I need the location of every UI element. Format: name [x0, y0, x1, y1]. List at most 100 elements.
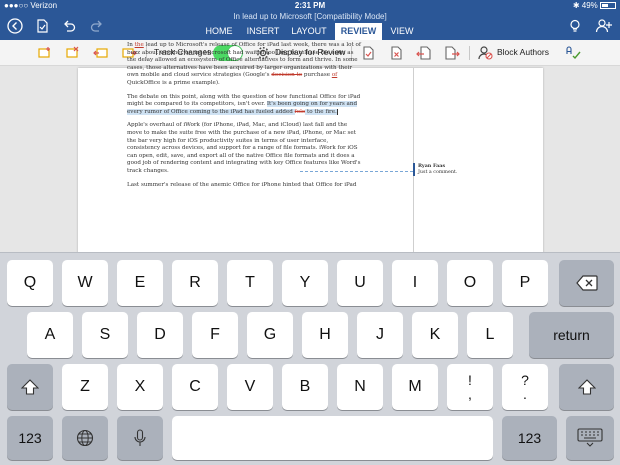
globe-icon	[76, 429, 94, 447]
share-button[interactable]	[595, 17, 613, 35]
backspace-icon	[575, 275, 598, 291]
key-n[interactable]: N	[337, 364, 383, 410]
key-bottom-symbol: .	[523, 386, 527, 402]
comment-marker	[413, 163, 415, 176]
tab-insert[interactable]: INSERT	[243, 23, 283, 40]
key-exclamation-comma[interactable]: !,	[447, 364, 493, 410]
key-s[interactable]: S	[82, 312, 128, 358]
key-x[interactable]: X	[117, 364, 163, 410]
block-authors-button[interactable]: Block Authors	[497, 47, 549, 57]
key-t[interactable]: T	[227, 260, 273, 306]
spelling-button[interactable]	[564, 44, 582, 62]
key-j[interactable]: J	[357, 312, 403, 358]
redo-button[interactable]	[88, 17, 106, 35]
key-question-period[interactable]: ?.	[502, 364, 548, 410]
keyboard-hide-icon	[577, 428, 603, 447]
title-bar: ●●●○○ Verizon 2:31 PM ✱ 49% In lead up t…	[0, 0, 620, 40]
deleted-text[interactable]: fole	[295, 109, 306, 115]
document-previous-icon	[416, 46, 431, 60]
add-person-icon	[595, 19, 612, 33]
document-body[interactable]: In the lead up to Microsoft's release of…	[127, 42, 363, 195]
comment-delete-icon	[66, 46, 79, 58]
paragraph-2[interactable]: The debate on this point, along with the…	[127, 94, 363, 117]
files-button[interactable]	[33, 17, 51, 35]
key-p[interactable]: P	[502, 260, 548, 306]
tell-me-button[interactable]	[566, 17, 584, 35]
numbers-key-label: 123	[517, 430, 542, 446]
shift-key-right[interactable]	[559, 364, 614, 410]
key-q[interactable]: Q	[7, 260, 53, 306]
person-block-icon	[478, 46, 493, 60]
lightbulb-icon	[570, 19, 580, 32]
previous-comment-button[interactable]	[92, 44, 110, 62]
key-a[interactable]: A	[27, 312, 73, 358]
numbers-key-right[interactable]: 123	[502, 416, 557, 460]
shift-key-left[interactable]	[7, 364, 53, 410]
back-button[interactable]	[6, 17, 24, 35]
inserted-text[interactable]: of	[332, 72, 337, 78]
globe-key[interactable]	[62, 416, 108, 460]
key-z[interactable]: Z	[62, 364, 108, 410]
numbers-key-left[interactable]: 123	[7, 416, 53, 460]
previous-change-button[interactable]	[415, 44, 433, 62]
key-g[interactable]: G	[247, 312, 293, 358]
tab-review[interactable]: REVIEW	[335, 23, 382, 40]
numbers-key-label: 123	[18, 430, 42, 446]
key-bottom-symbol: ,	[468, 386, 472, 402]
deleted-text[interactable]: decision to	[271, 72, 302, 78]
word-app: ●●●○○ Verizon 2:31 PM ✱ 49% In lead up t…	[0, 0, 620, 465]
spell-check-icon	[566, 46, 581, 60]
comment-text: Just a comment.	[418, 169, 458, 175]
key-h[interactable]: H	[302, 312, 348, 358]
comment-add-icon	[38, 47, 50, 58]
comment-connector	[300, 171, 413, 172]
undo-icon	[64, 20, 76, 32]
text-cursor	[336, 108, 338, 115]
key-y[interactable]: Y	[282, 260, 328, 306]
paragraph-1[interactable]: In the lead up to Microsoft's release of…	[127, 42, 363, 88]
key-c[interactable]: C	[172, 364, 218, 410]
comment-balloon[interactable]: Ryan Faas Just a comment.	[418, 163, 457, 176]
paragraph-3[interactable]: Apple's overhaul of iWork (for iPhone, i…	[127, 122, 363, 175]
next-change-button[interactable]	[443, 44, 461, 62]
delete-comment-button[interactable]	[64, 44, 82, 62]
reject-change-button[interactable]	[387, 44, 405, 62]
key-k[interactable]: K	[412, 312, 458, 358]
microphone-icon	[134, 429, 146, 446]
key-e[interactable]: E	[117, 260, 163, 306]
key-w[interactable]: W	[62, 260, 108, 306]
key-r[interactable]: R	[172, 260, 218, 306]
shift-icon	[21, 379, 39, 395]
key-f[interactable]: F	[192, 312, 238, 358]
key-m[interactable]: M	[392, 364, 438, 410]
key-l[interactable]: L	[467, 312, 513, 358]
inserted-text[interactable]: the	[135, 42, 144, 48]
key-o[interactable]: O	[447, 260, 493, 306]
delete-key[interactable]	[559, 260, 614, 306]
undo-button[interactable]	[60, 17, 78, 35]
key-i[interactable]: I	[392, 260, 438, 306]
clock: 2:31 PM	[294, 1, 326, 10]
ribbon-divider	[469, 46, 470, 60]
tab-layout[interactable]: LAYOUT	[287, 23, 331, 40]
battery-icon	[600, 2, 616, 10]
battery-percent: 49%	[581, 1, 598, 10]
onscreen-keyboard: Q W E R T Y U I O P A S D F G H J K L re…	[0, 252, 620, 465]
dictation-key[interactable]	[117, 416, 163, 460]
key-v[interactable]: V	[227, 364, 273, 410]
tab-view[interactable]: VIEW	[386, 23, 418, 40]
markup-margin-divider	[413, 68, 414, 252]
key-u[interactable]: U	[337, 260, 383, 306]
space-bar[interactable]	[172, 416, 493, 460]
bluetooth-icon: ✱	[572, 1, 582, 10]
tab-home[interactable]: HOME	[199, 23, 239, 40]
hide-keyboard-key[interactable]	[566, 416, 614, 460]
paragraph-4[interactable]: Last summer's release of the anemic Offi…	[127, 182, 363, 190]
key-d[interactable]: D	[137, 312, 183, 358]
key-top-symbol: ?	[521, 372, 529, 388]
key-b[interactable]: B	[282, 364, 328, 410]
new-comment-button[interactable]	[36, 44, 54, 62]
battery-status: ✱ 49%	[573, 1, 616, 11]
return-key[interactable]: return	[529, 312, 614, 358]
block-authors-icon-wrap[interactable]	[476, 44, 494, 62]
